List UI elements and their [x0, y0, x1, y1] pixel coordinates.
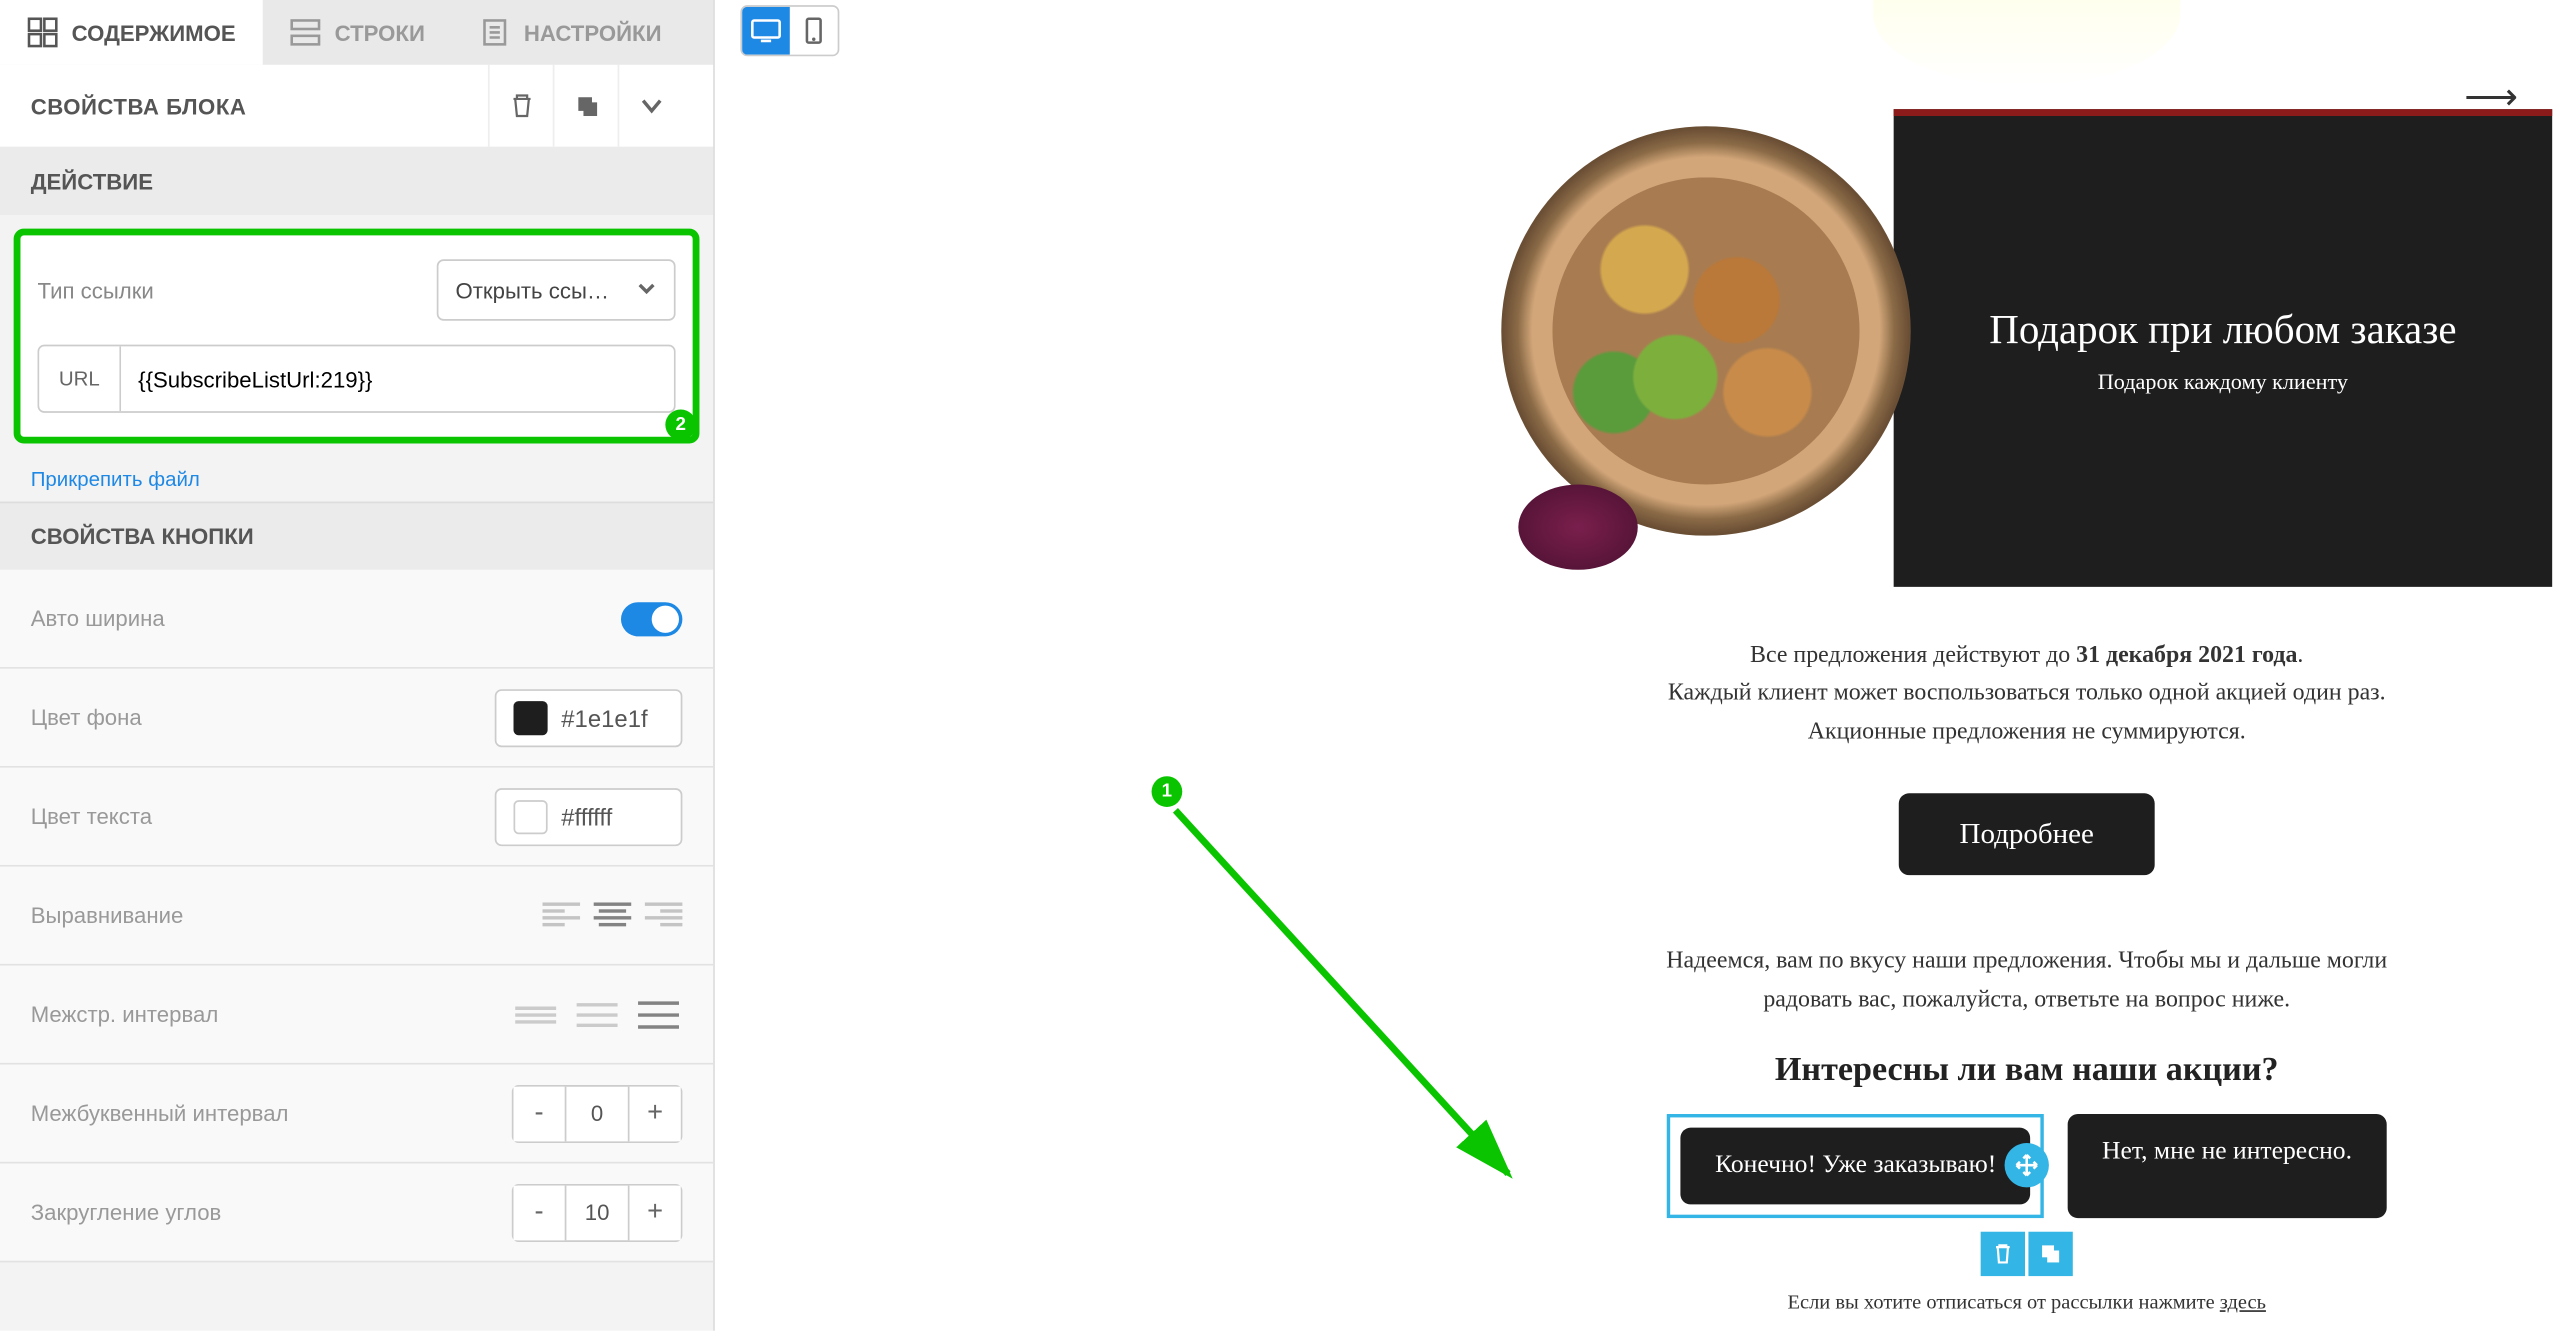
block-props-header: СВОЙСТВА БЛОКА	[0, 65, 713, 147]
rows-icon	[290, 17, 321, 48]
editor-tabs: СОДЕРЖИМОЕ СТРОКИ НАСТРОЙКИ	[0, 0, 713, 65]
text-color-value: #ffffff	[561, 803, 612, 830]
survey-question: Интересны ли вам наши акции?	[1501, 1051, 2552, 1090]
selected-block-outline: Конечно! Уже заказываю!	[1667, 1114, 2044, 1218]
content-icon	[27, 17, 58, 48]
tab-content-label: СОДЕРЖИМОЕ	[72, 20, 236, 46]
text-color-swatch	[514, 799, 548, 833]
block-props-title: СВОЙСТВА БЛОКА	[31, 93, 247, 119]
link-type-value: Открыть ссы…	[456, 277, 610, 303]
collapse-block-button[interactable]	[618, 65, 683, 147]
annotation-arrow	[1167, 802, 1542, 1194]
no-button[interactable]: Нет, мне не интересно.	[2068, 1114, 2386, 1218]
letter-spacing-label: Межбуквенный интервал	[31, 1100, 289, 1126]
block-mini-toolbar	[1501, 1232, 2552, 1276]
annotation-badge-2: 2	[665, 409, 696, 440]
details-button[interactable]: Подробнее	[1898, 794, 2155, 876]
auto-width-toggle[interactable]	[621, 601, 682, 635]
left-sidebar: СОДЕРЖИМОЕ СТРОКИ НАСТРОЙКИ СВОЙСТВА БЛО…	[0, 0, 715, 1331]
border-radius-increase[interactable]: +	[630, 1185, 681, 1240]
link-type-label: Тип ссылки	[38, 277, 154, 303]
email-preview: ⟶ Подарок при любом заказе Подарок каждо…	[1501, 0, 2552, 1315]
align-label: Выравнивание	[31, 902, 184, 928]
border-radius-value: 10	[565, 1185, 630, 1240]
terms-text: Все предложения действуют до 31 декабря …	[1501, 638, 2552, 753]
align-right-button[interactable]	[645, 902, 683, 929]
url-input-row: URL	[38, 345, 676, 413]
hero-subtitle: Подарок каждому клиенту	[2098, 368, 2348, 395]
align-center-button[interactable]	[594, 902, 632, 929]
border-radius-label: Закругление углов	[31, 1199, 222, 1225]
line-height-loose-button[interactable]	[635, 999, 683, 1030]
mini-delete-button[interactable]	[1981, 1232, 2025, 1276]
unsubscribe-text: Если вы хотите отписаться от рассылки на…	[1501, 1290, 2552, 1316]
annotation-badge-1: 1	[1152, 776, 1183, 807]
url-input[interactable]	[121, 346, 674, 411]
auto-width-label: Авто ширина	[31, 606, 165, 632]
yes-button[interactable]: Конечно! Уже заказываю!	[1681, 1128, 2030, 1205]
unsubscribe-link[interactable]: здесь	[2220, 1290, 2266, 1314]
move-handle[interactable]	[2005, 1144, 2049, 1188]
line-height-tight-button[interactable]	[512, 999, 560, 1030]
text-color-label: Цвет текста	[31, 804, 152, 830]
hero-title: Подарок при любом заказе	[1989, 308, 2456, 354]
letter-spacing-decrease[interactable]: -	[514, 1086, 565, 1141]
action-section-title: ДЕЙСТВИЕ	[0, 147, 713, 215]
tab-rows-label: СТРОКИ	[335, 20, 425, 46]
answer-buttons-row: Конечно! Уже заказываю! Нет, мне не инте…	[1501, 1114, 2552, 1218]
hope-text: Надеемся, вам по вкусу наши предложения.…	[1501, 944, 2552, 1020]
tab-settings-label: НАСТРОЙКИ	[524, 20, 662, 46]
mini-duplicate-button[interactable]	[2028, 1232, 2072, 1276]
url-prefix-label: URL	[39, 346, 121, 411]
mobile-view-button[interactable]	[790, 7, 838, 55]
link-type-select[interactable]: Открыть ссы…	[437, 259, 676, 320]
text-color-picker[interactable]: #ffffff	[495, 787, 683, 845]
hero-bowl-image	[1501, 109, 1910, 587]
bg-color-picker[interactable]: #1e1e1f	[495, 688, 683, 746]
top-dish-image	[1873, 0, 2180, 85]
action-highlight-box: Тип ссылки Открыть ссы… URL 2	[14, 229, 700, 444]
attach-file-link[interactable]: Прикрепить файл	[0, 457, 713, 501]
hero-banner: ⟶ Подарок при любом заказе Подарок каждо…	[1894, 109, 2553, 587]
desktop-view-button[interactable]	[742, 7, 790, 55]
letter-spacing-value: 0	[565, 1086, 630, 1141]
tab-content[interactable]: СОДЕРЖИМОЕ	[0, 0, 263, 65]
line-height-label: Межстр. интервал	[31, 1001, 219, 1027]
letter-spacing-increase[interactable]: +	[630, 1086, 681, 1141]
line-height-normal-button[interactable]	[573, 999, 621, 1030]
duplicate-block-button[interactable]	[553, 65, 618, 147]
border-radius-decrease[interactable]: -	[514, 1185, 565, 1240]
align-left-button[interactable]	[543, 902, 581, 929]
tab-settings[interactable]: НАСТРОЙКИ	[452, 0, 689, 65]
letter-spacing-stepper[interactable]: - 0 +	[512, 1084, 683, 1142]
tab-rows[interactable]: СТРОКИ	[263, 0, 452, 65]
viewport-toggle	[740, 5, 839, 56]
arrow-right-icon: ⟶	[2464, 75, 2518, 119]
bg-color-value: #1e1e1f	[561, 704, 647, 731]
button-props-title: СВОЙСТВА КНОПКИ	[0, 502, 713, 570]
border-radius-stepper[interactable]: - 10 +	[512, 1183, 683, 1241]
delete-block-button[interactable]	[488, 65, 553, 147]
settings-icon	[479, 17, 510, 48]
bg-color-swatch	[514, 700, 548, 734]
bg-color-label: Цвет фона	[31, 705, 142, 731]
chevron-down-icon	[636, 277, 656, 303]
